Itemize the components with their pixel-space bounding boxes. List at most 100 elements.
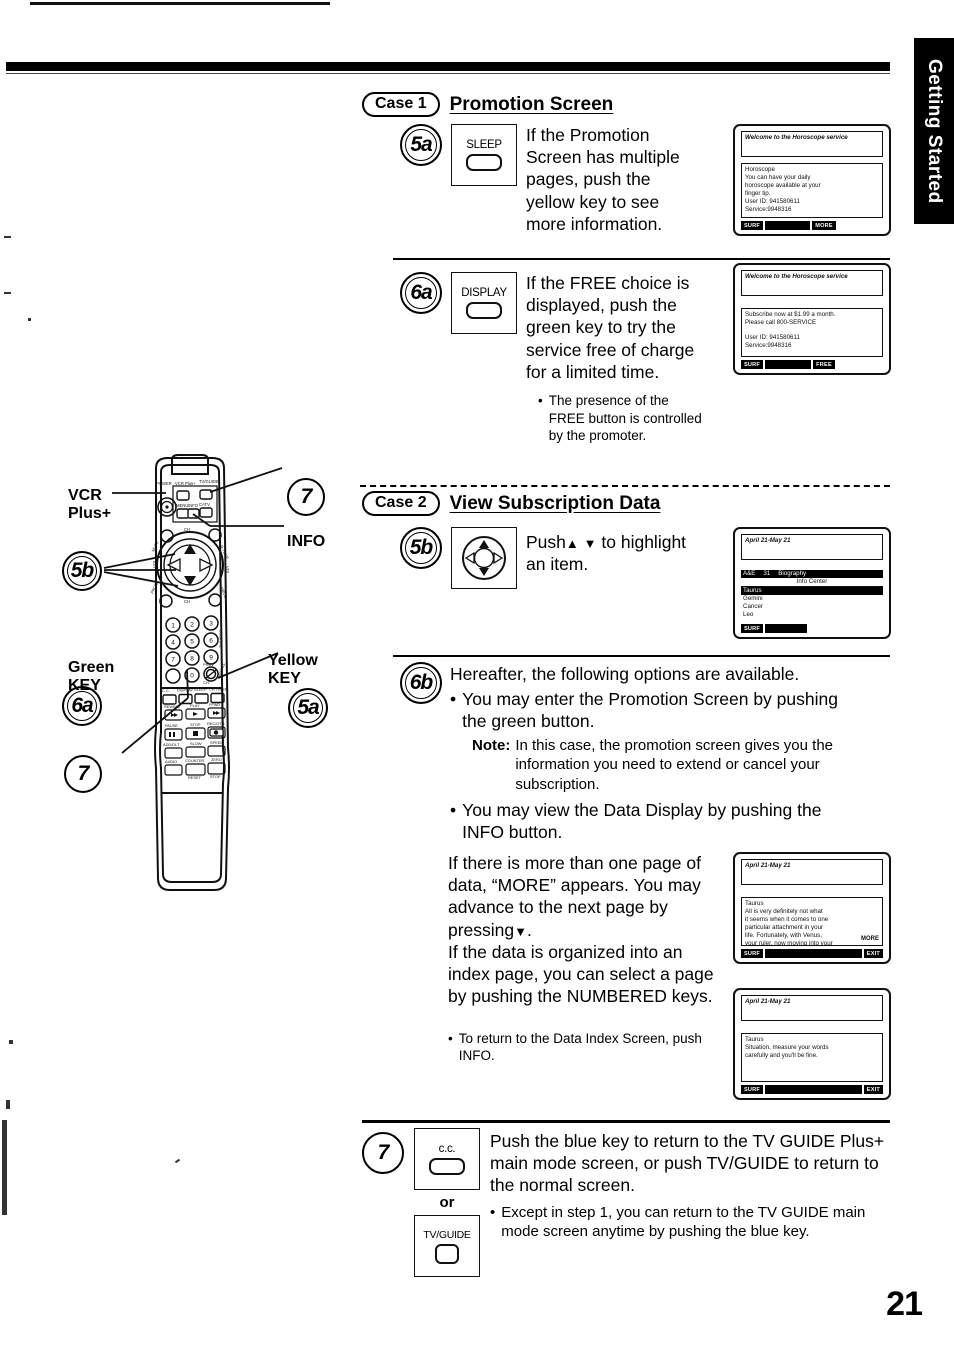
- tv4-line-2: particular attachment in your: [745, 923, 824, 931]
- step-7-bullet: • Except in step 1, you can return to th…: [490, 1203, 896, 1242]
- display-key-illustration: DISPLAY: [451, 272, 517, 334]
- tv1-line-2: horoscope available at your: [745, 181, 821, 189]
- svg-text:ADD/DLT: ADD/DLT: [163, 742, 180, 747]
- tv3-footer-blank: [809, 624, 883, 633]
- step-6b-bullet-2: • You may view the Data Display by pushi…: [450, 799, 888, 843]
- tv1-footer-more[interactable]: MORE: [812, 221, 836, 230]
- tv2-footer-surf[interactable]: SURF: [741, 360, 764, 369]
- separator-after-5a: [393, 258, 890, 260]
- tv3-item-3[interactable]: Leo: [741, 611, 883, 619]
- remote-marker-6a: 6a: [62, 686, 102, 726]
- tvguide-key-label: TV/GUIDE: [423, 1228, 471, 1241]
- tv5-footer: SURF EXIT: [741, 1085, 883, 1094]
- svg-text:CATV: CATV: [199, 502, 210, 507]
- svg-text:STOP: STOP: [190, 722, 201, 727]
- section-tab-label: Getting Started: [924, 58, 945, 204]
- crop-mark-top: [30, 2, 330, 5]
- tv2-line-3: User ID: 941580611: [745, 333, 800, 341]
- remote-marker-5a: 5a: [288, 688, 328, 728]
- tv-screen-subscription-index: April 21-May 21 A&E 31 Biography Info Ce…: [733, 527, 891, 639]
- svg-text:COUNTER: COUNTER: [185, 758, 204, 763]
- svg-text:MENU: MENU: [176, 503, 188, 508]
- tv5-line-1: carefully and you'll be fine.: [745, 1051, 818, 1059]
- tv3-footer-surf[interactable]: SURF: [741, 624, 764, 633]
- manual-page: Getting Started 21 Case 1 Promotion Scre…: [0, 0, 954, 1348]
- tv5-footer-exit[interactable]: EXIT: [863, 1085, 883, 1094]
- svg-text:CH: CH: [184, 599, 190, 604]
- svg-text:REC/OTR: REC/OTR: [207, 721, 225, 726]
- svg-text:SLEEP: SLEEP: [194, 687, 207, 692]
- dpad-up-glyph-icon: ▲: [565, 536, 579, 551]
- svg-text:PLAY: PLAY: [190, 703, 200, 708]
- tv5-footer-surf[interactable]: SURF: [741, 1085, 764, 1094]
- svg-text:FFWD: FFWD: [209, 702, 220, 707]
- note-label: Note:: [472, 736, 511, 754]
- margin-tick-6: [2, 1120, 7, 1215]
- svg-text:9: 9: [209, 655, 213, 662]
- tv3-item-1[interactable]: Gemini: [741, 595, 883, 603]
- more-para-1: If there is more than one page of data, …: [448, 852, 720, 941]
- separator-before-step7: [362, 1120, 890, 1123]
- step-6b-note: Note: In this case, the promotion screen…: [472, 736, 888, 795]
- dpad-down-glyph-icon: ▼: [583, 536, 597, 551]
- svg-text:SLOW: SLOW: [190, 741, 202, 746]
- svg-text:VCR Plus+: VCR Plus+: [175, 481, 196, 486]
- tv3-program: Biography: [778, 570, 807, 577]
- bullet-dot-icon: •: [538, 393, 543, 409]
- callout-vcr-plus: VCR Plus+: [68, 487, 112, 522]
- step-marker-5b: 5b: [400, 527, 442, 569]
- tv4-footer-spacer: [765, 949, 862, 958]
- svg-text:CH TIMER: CH TIMER: [209, 687, 228, 692]
- svg-text:5: 5: [190, 639, 194, 646]
- more-para-2: If the data is organized into an index p…: [448, 941, 714, 1007]
- dpad-icon: [462, 536, 506, 580]
- svg-text:CH: CH: [203, 680, 209, 685]
- step-marker-6a: 6a: [400, 272, 442, 314]
- tv4-header-text: April 21-May 21: [741, 859, 883, 885]
- tv1-header-text: Welcome to the Horoscope service: [741, 131, 883, 157]
- svg-text:3: 3: [209, 621, 213, 628]
- step-6b-bullet-1-text: You may enter the Promotion Screen by pu…: [462, 689, 838, 732]
- tv3-channel-row: A&E 31 Biography: [741, 570, 883, 578]
- tv1-footer-surf[interactable]: SURF: [741, 221, 764, 230]
- tv4-line-1: it seems when it comes to one: [745, 915, 829, 923]
- svg-text:PROG: PROG: [149, 582, 159, 595]
- svg-text:1: 1: [171, 623, 175, 630]
- tv-screen-data-last: April 21-May 21 Taurus Situation, measur…: [733, 988, 891, 1100]
- tv2-footer-free[interactable]: FREE: [813, 360, 835, 369]
- tv-screen-promotion-more: Welcome to the Horoscope service Horosco…: [733, 124, 891, 236]
- more-paragraphs: If there is more than one page of data, …: [448, 852, 720, 1065]
- svg-text:6: 6: [209, 638, 213, 645]
- step-5b-row: 5b Push▲ ▼ to highlight an item.: [400, 527, 706, 589]
- step-7-bullet-text: Except in step 1, you can return to the …: [501, 1203, 866, 1241]
- tv3-header-text: April 21-May 21: [741, 534, 883, 560]
- step-marker-5a: 5a: [400, 124, 442, 166]
- tv4-more-tag: MORE: [861, 936, 879, 943]
- case2-title: View Subscription Data: [449, 492, 661, 514]
- remote-marker-5b: 5b: [62, 551, 102, 591]
- more-bullet: • To return to the Data Index Screen, pu…: [448, 1030, 720, 1065]
- tv4-footer-exit[interactable]: EXIT: [863, 949, 883, 958]
- tvguide-key-illustration: TV/GUIDE: [414, 1215, 480, 1277]
- bullet-dot-icon: •: [490, 1203, 496, 1221]
- tv4-footer-surf[interactable]: SURF: [741, 949, 764, 958]
- tv4-body: Taurus All is very definitely not what i…: [741, 897, 883, 946]
- more-para-1-text: If there is more than one page of data, …: [448, 853, 701, 940]
- tv4-line-0: All is very definitely not what: [745, 907, 823, 915]
- tv2-footer-blank: [836, 360, 883, 369]
- tv3-item-2[interactable]: Cancer: [741, 603, 883, 611]
- tv1-footer-spacer: [765, 221, 811, 230]
- tv-screen-promotion-free: Welcome to the Horoscope service Subscri…: [733, 263, 891, 375]
- display-key-cap-icon: [466, 302, 502, 319]
- tv3-item-0[interactable]: Taurus: [741, 586, 883, 595]
- sleep-key-cap-icon: [466, 154, 502, 171]
- svg-text:STOP: STOP: [210, 774, 221, 779]
- step-5b-text: Push▲ ▼ to highlight an item.: [526, 527, 706, 589]
- down-arrow-glyph-icon: ▼: [514, 923, 528, 939]
- svg-text:7: 7: [171, 657, 175, 664]
- case1-heading: Case 1 Promotion Screen: [362, 92, 613, 118]
- dpad-key-illustration: [451, 527, 517, 589]
- svg-text:C.C.: C.C.: [162, 688, 170, 693]
- tv1-line-0: Horoscope: [745, 166, 775, 173]
- svg-text:CH: CH: [184, 527, 190, 532]
